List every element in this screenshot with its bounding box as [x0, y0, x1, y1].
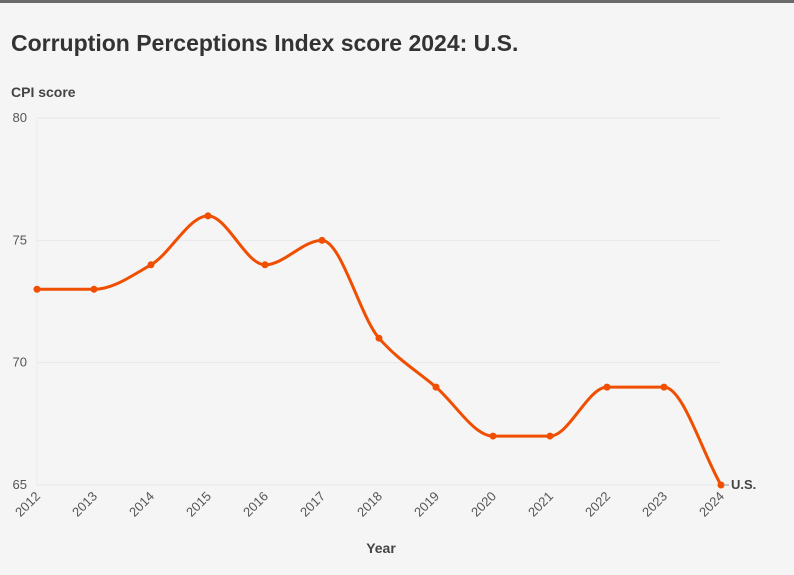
x-tick-label: 2022 [582, 489, 613, 520]
data-point[interactable] [147, 261, 155, 269]
x-tick-label: 2014 [126, 489, 157, 520]
gridlines [36, 117, 721, 486]
x-tick-label: 2020 [468, 489, 499, 520]
x-tick-label: 2018 [354, 489, 385, 520]
x-tick-label: 2019 [411, 489, 442, 520]
x-tick-label: 2021 [525, 489, 556, 520]
data-point[interactable] [204, 212, 212, 220]
line-chart: 80757065 2012 2013 2014 2015 2016 2017 2018 201… [12, 110, 756, 556]
x-axis-label: Year [366, 540, 396, 556]
x-tick-label: 2012 [12, 489, 43, 520]
data-point[interactable] [318, 236, 326, 244]
y-tick-label: 70 [13, 355, 27, 370]
x-tick-label: 2024 [696, 489, 727, 520]
data-point[interactable] [603, 383, 611, 391]
y-tick-label: 65 [13, 477, 27, 492]
data-point[interactable] [33, 285, 41, 293]
x-tick-label: 2016 [240, 489, 271, 520]
data-point[interactable] [546, 432, 554, 440]
series-points [33, 212, 729, 489]
series-line-us [35, 214, 723, 487]
x-tick-labels: 2012 2013 2014 2015 2016 2017 2018 2019 2020 2021… [12, 489, 727, 520]
y-tick-labels: 80 75 70 65 [13, 110, 27, 492]
data-point[interactable] [432, 383, 440, 391]
x-tick-label: 2013 [69, 489, 100, 520]
y-tick-label: 80 [13, 110, 27, 125]
series-end-label: U.S. [731, 477, 756, 492]
data-point[interactable] [261, 261, 269, 269]
data-point[interactable] [489, 432, 497, 440]
x-tick-label: 2015 [183, 489, 214, 520]
x-tick-label: 2017 [297, 489, 328, 520]
data-point[interactable] [375, 334, 383, 342]
data-point[interactable] [90, 285, 98, 293]
data-point[interactable] [660, 383, 668, 391]
y-tick-label: 75 [13, 232, 27, 247]
x-tick-label: 2023 [639, 489, 670, 520]
